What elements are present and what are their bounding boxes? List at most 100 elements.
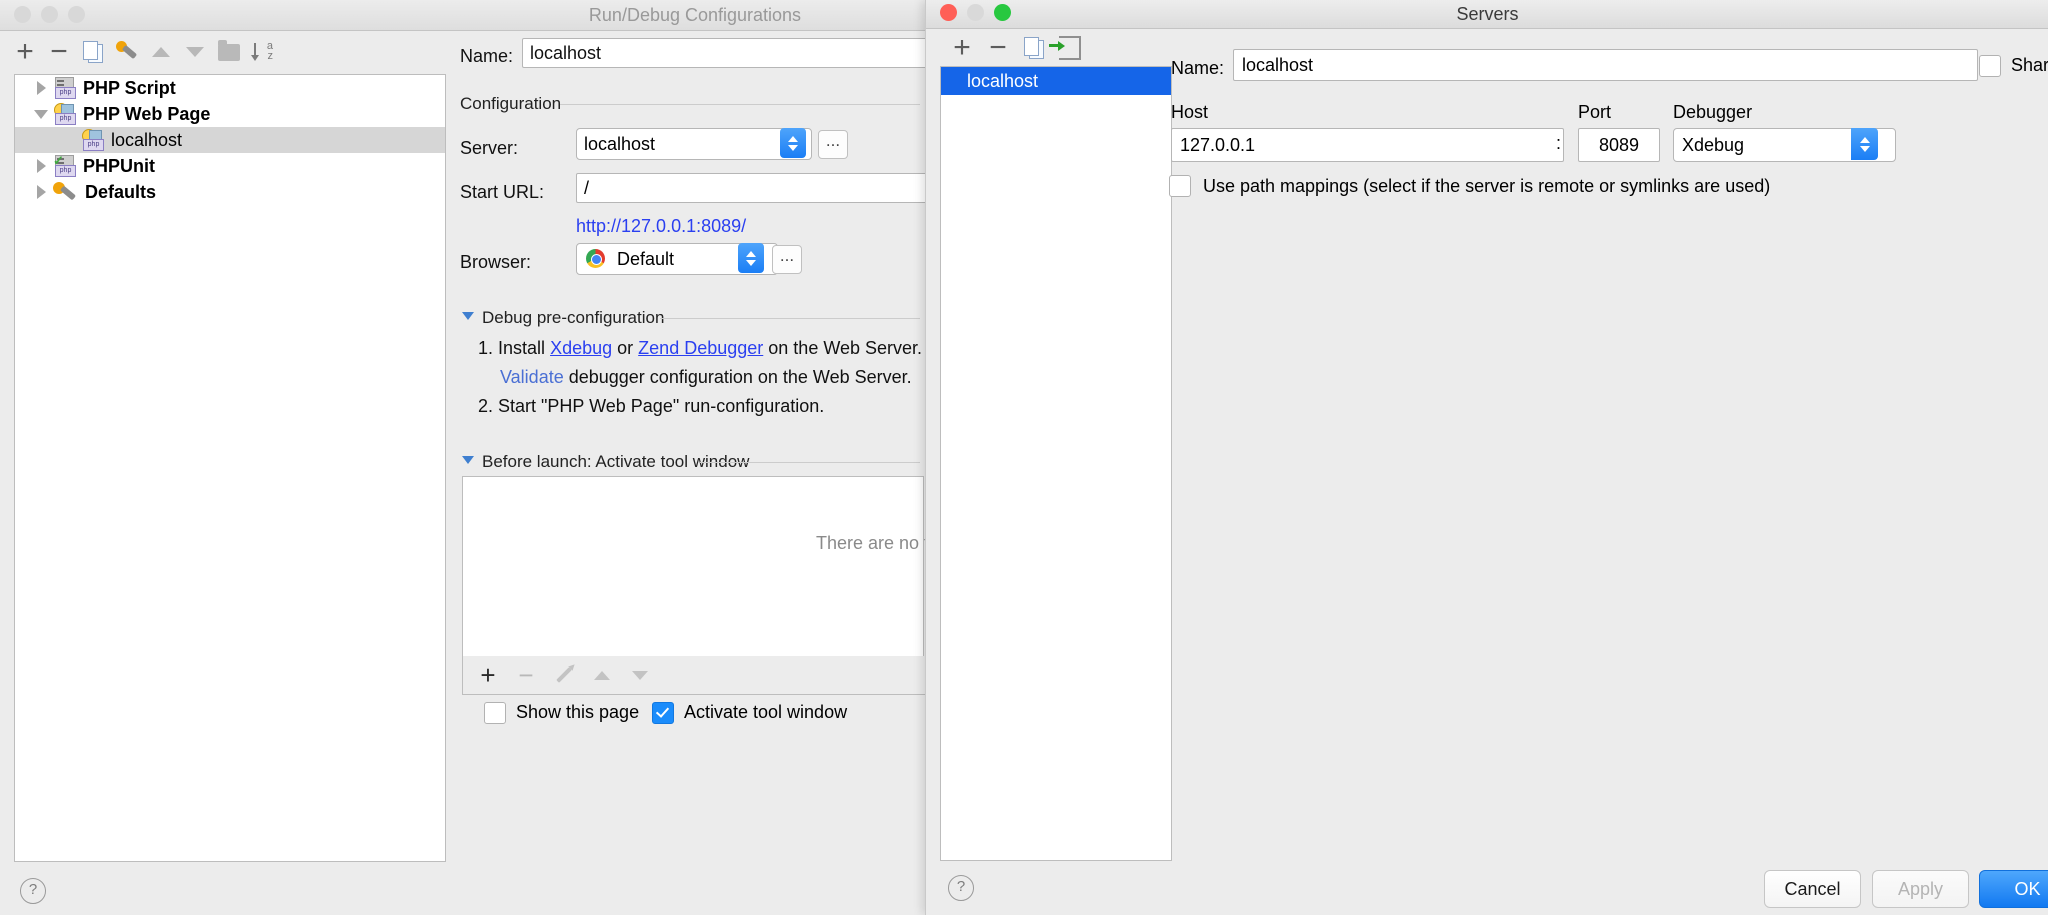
start-url-label: Start URL: [460,182,545,202]
plus-icon: + [953,31,971,64]
tree-item-localhost[interactable]: php localhost [15,127,445,153]
minus-icon: − [989,31,1007,64]
debugger-label: Debugger [1673,102,1753,122]
add-configuration-button[interactable]: + [8,36,42,68]
triangle-down-icon [186,47,204,57]
port-label: Port [1578,102,1612,122]
tree-item-defaults[interactable]: Defaults [15,179,445,205]
tree-item-phpunit[interactable]: ✓ php PHPUnit [15,153,445,179]
edit-templates-button[interactable] [110,36,144,68]
server-stepper-icon[interactable] [780,128,806,158]
server-browse-button[interactable]: ... [818,130,848,159]
import-icon [1049,36,1081,60]
remove-server-button[interactable]: − [982,33,1014,63]
section-divider [560,104,920,105]
validate-line: Validate debugger configuration on the W… [500,367,912,388]
validate-suffix: debugger configuration on the Web Server… [568,367,912,387]
tree-item-label: PHP Script [83,77,176,98]
activate-tool-window-checkbox[interactable] [652,702,674,724]
step1-prefix: 1. Install [478,338,546,358]
php-script-icon: php [53,77,76,99]
xdebug-link[interactable]: Xdebug [550,338,612,358]
servers-list-toolbar: + − [940,30,1176,66]
apply-button[interactable]: Apply [1872,870,1969,908]
cancel-button[interactable]: Cancel [1764,870,1861,908]
zend-debugger-link[interactable]: Zend Debugger [638,338,763,358]
shared-checkbox[interactable] [1979,55,2001,77]
section-divider [700,462,920,463]
debug-step-2: 2. Start "PHP Web Page" run-configuratio… [478,396,825,416]
url-preview-link[interactable]: http://127.0.0.1:8089/ [576,216,746,237]
triangle-down-icon [632,670,648,680]
use-path-mappings-checkbox[interactable] [1169,175,1191,197]
wrench-icon [116,41,138,63]
tree-item-label: PHPUnit [83,155,155,176]
ok-button[interactable]: OK [1979,870,2048,908]
browser-label: Browser: [460,252,532,272]
validate-link[interactable]: Validate [500,367,564,387]
host-port-separator: : [1556,133,1562,153]
port-input[interactable]: 8089 [1578,128,1660,162]
twisty-collapsed-icon[interactable] [29,159,53,173]
chrome-icon [586,249,605,268]
move-up-button[interactable] [144,36,178,68]
phpunit-icon: ✓ php [53,154,76,177]
import-server-button[interactable] [1049,33,1086,63]
copy-icon [1024,37,1044,59]
tree-item-php-script[interactable]: php PHP Script [15,75,445,101]
twisty-collapsed-icon[interactable] [29,185,53,199]
show-this-page-label: Show this page [516,702,640,722]
edit-task-button[interactable] [549,662,579,688]
server-list-item-localhost[interactable]: localhost [941,67,1171,95]
twisty-expanded-icon[interactable] [29,109,53,119]
sort-configurations-button[interactable]: az [246,36,280,68]
triangle-up-icon [594,670,610,680]
copy-configuration-button[interactable] [76,36,110,68]
triangle-up-icon [152,47,170,57]
section-divider [660,318,920,319]
show-this-page-checkbox[interactable] [484,702,506,724]
php-web-page-icon: php [53,103,76,125]
remove-configuration-button[interactable]: − [42,36,76,68]
copy-server-button[interactable] [1018,33,1050,63]
tree-item-php-web-page[interactable]: php PHP Web Page [15,101,445,127]
copy-icon [83,41,103,63]
servers-list[interactable]: localhost [940,66,1172,861]
debugger-stepper-icon[interactable] [1851,128,1878,160]
server-name-input[interactable]: localhost [1233,49,1978,81]
before-launch-task-list[interactable] [462,476,924,658]
twisty-collapsed-icon[interactable] [29,81,53,95]
debug-section-disclosure-icon[interactable] [462,312,474,320]
before-launch-disclosure-icon[interactable] [462,456,474,464]
move-task-up-button[interactable] [587,662,617,688]
add-task-button[interactable]: + [473,662,503,688]
php-web-page-icon: php [81,129,104,151]
server-name-label: Name: [1171,58,1225,78]
tree-item-label: Defaults [85,181,157,202]
browser-stepper-icon[interactable] [738,243,764,273]
step1-suffix: on the Web Server. [768,338,923,358]
shared-label: Shared [2011,55,2048,75]
configurations-tree[interactable]: php PHP Script php PHP Web Page php loca… [14,74,446,862]
browser-browse-button[interactable]: ... [772,245,802,274]
move-down-button[interactable] [178,36,212,68]
before-launch-empty-text: There are no ta [816,533,940,553]
minus-icon: − [518,660,534,690]
servers-dialog: Servers + − localhost ? Name: localhost … [925,0,2048,915]
create-folder-button[interactable] [212,36,246,68]
minus-icon: − [50,35,68,68]
move-task-down-button[interactable] [625,662,655,688]
configurations-toolbar: + − az [8,34,438,70]
path-mappings-row: Use path mappings (select if the server … [1169,175,1770,197]
remove-task-button[interactable]: − [511,662,541,688]
tree-item-label: PHP Web Page [83,103,211,124]
host-input[interactable]: 127.0.0.1 [1171,128,1564,162]
help-button[interactable]: ? [20,878,46,904]
add-server-button[interactable]: + [946,33,978,63]
configuration-section-label: Configuration [460,94,562,113]
host-label: Host [1171,102,1209,122]
servers-window-title: Servers [1456,4,1519,24]
help-button[interactable]: ? [948,875,974,901]
server-label: Server: [460,138,519,158]
server-select[interactable]: localhost [576,128,812,160]
